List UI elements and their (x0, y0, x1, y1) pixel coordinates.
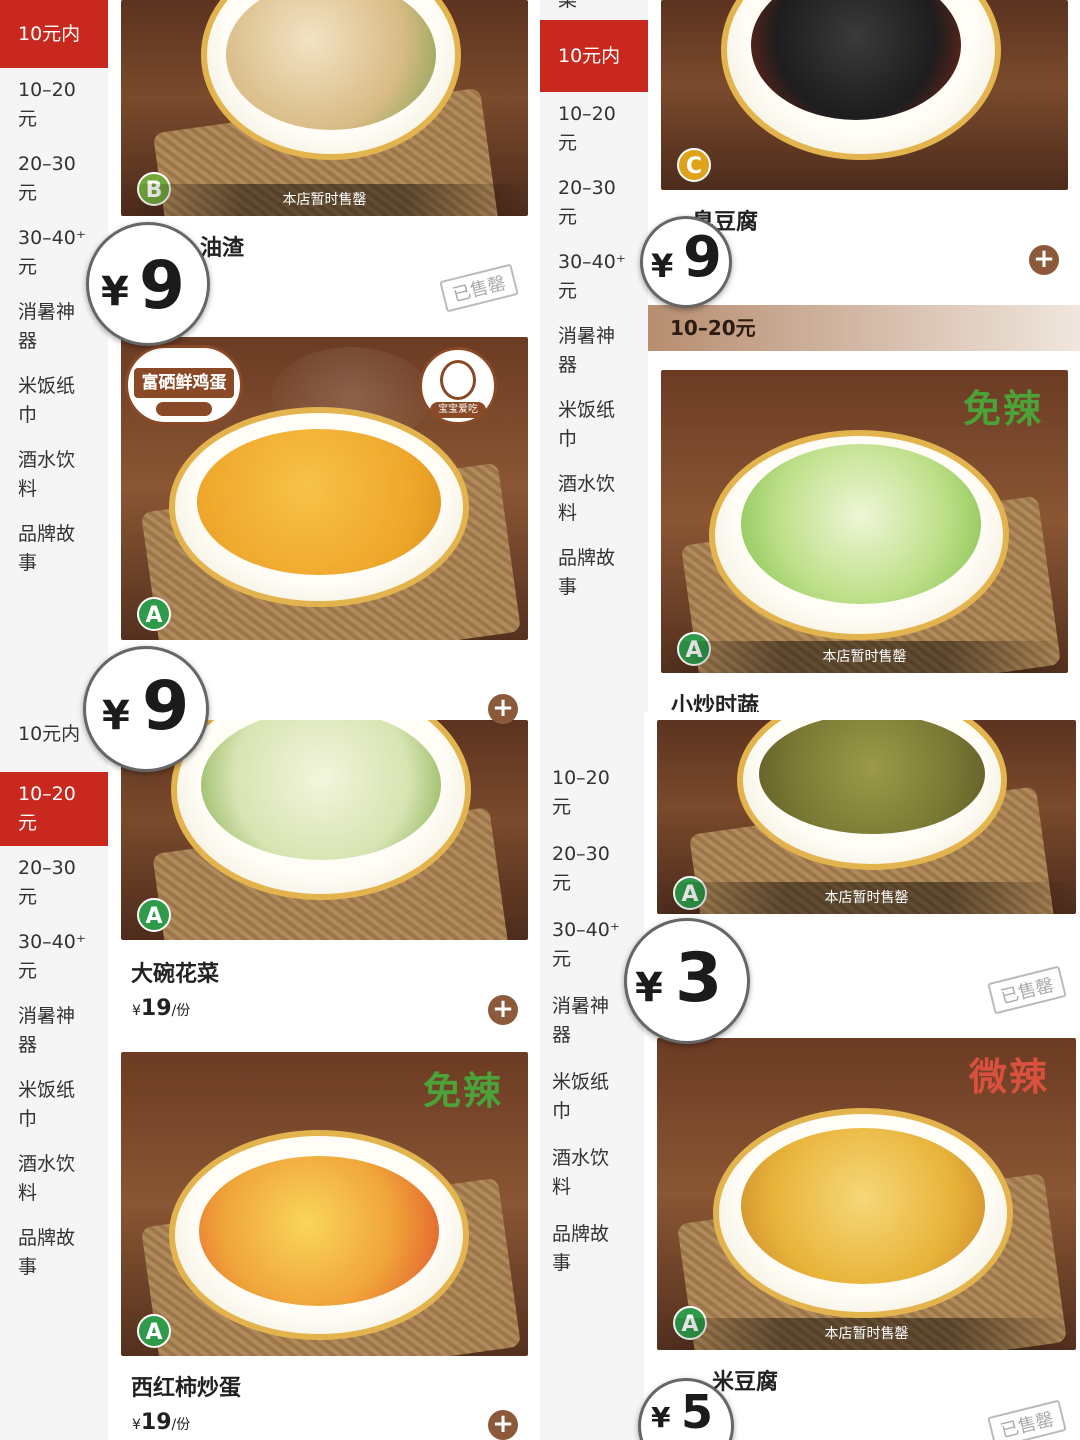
add-icon[interactable]: + (1029, 245, 1059, 275)
dish-image-veg[interactable]: 免辣 A 本店暂时售罄 (661, 370, 1068, 673)
dish-image-youzha[interactable]: B 本店暂时售罄 (121, 0, 528, 216)
sidebar-item-20-30[interactable]: 20–30 元 (540, 174, 616, 232)
sidebar-item-under10[interactable]: 10元内 (0, 0, 108, 68)
kid-friendly-icon: 宝宝爱吃 (419, 347, 497, 425)
sidebar-item-10-20[interactable]: 10–20 元 (0, 772, 108, 846)
dish-image-potato[interactable]: 微辣 A 本店暂时售罄 (657, 1038, 1076, 1350)
sidebar-item-napkin[interactable]: 米饭纸 巾 (0, 372, 75, 430)
sidebar-item-drinks[interactable]: 酒水饮 料 (0, 446, 75, 504)
sidebar-item-10-20[interactable]: 10–20 元 (0, 76, 76, 134)
category-sidebar: 10–20 元 20–30 元 30–40⁺ 元 消暑神 器 米饭纸 巾 酒水饮… (540, 712, 644, 1440)
soldout-banner: 本店暂时售罄 (657, 882, 1076, 914)
add-icon[interactable]: + (488, 1410, 518, 1440)
spice-tag: 免辣 (963, 386, 1044, 431)
sidebar-item-30-40[interactable]: 30–40⁺ 元 (540, 248, 626, 306)
grade-badge-icon: C (677, 148, 711, 182)
price-magnifier: ¥ 3 (624, 918, 750, 1044)
sidebar-item-drinks[interactable]: 酒水饮 料 (540, 470, 615, 528)
spice-tag: 免辣 (423, 1068, 504, 1113)
soldout-banner: 本店暂时售罄 (121, 184, 528, 216)
sidebar-item-brand[interactable]: 品牌故 事 (0, 1224, 75, 1282)
sidebar-item-drinks[interactable]: 酒水饮 料 (540, 1144, 609, 1202)
dish-name-veg: 小炒时蔬 (671, 694, 760, 712)
sidebar-item-napkin[interactable]: 米饭纸 巾 (540, 1068, 609, 1126)
dish-name-cauliflower: 大碗花菜 (131, 962, 220, 987)
sidebar-item-20-30[interactable]: 20–30 元 (540, 840, 610, 898)
sidebar-item-30-40[interactable]: 30–40⁺ 元 (540, 916, 620, 974)
sidebar-item-under10[interactable]: 10元内 (0, 720, 80, 749)
grade-badge-icon: A (137, 1314, 171, 1348)
left-bottom-panel: 10元内 10–20 元 20–30 元 30–40⁺ 元 消暑神 器 米饭纸 … (0, 720, 540, 1440)
soldout-stamp: 已售罄 (439, 263, 519, 313)
sidebar-item-under10[interactable]: 10元内 (540, 20, 648, 92)
dish-image-tofu[interactable]: C (661, 0, 1068, 190)
dish-price-tomato-egg: ¥19/份 (132, 1410, 191, 1435)
sidebar-item-20-30[interactable]: 20–30 元 (0, 150, 76, 208)
soldout-stamp: 已售罄 (987, 1399, 1067, 1440)
sidebar-item-summer[interactable]: 消暑神 器 (0, 298, 75, 356)
dish-price-cauliflower: ¥19/份 (132, 996, 191, 1021)
price-magnifier: ¥ 9 (83, 646, 209, 772)
sidebar-item-brand[interactable]: 品牌故 事 (0, 520, 75, 578)
dish-name-potato: 米豆腐 (712, 1370, 779, 1395)
sidebar-item-drinks[interactable]: 酒水饮 料 (0, 1150, 75, 1208)
price-magnifier: ¥ 9 (86, 222, 210, 346)
left-top-panel: 10元内 10–20 元 20–30 元 30–40⁺ 元 消暑神 器 米饭纸 … (0, 0, 540, 720)
add-icon[interactable]: + (488, 694, 518, 724)
section-header: 10–20元 (648, 305, 1080, 351)
right-top-panel: 菜 10元内 10–20 元 20–30 元 30–40⁺ 元 消暑神 器 米饭… (540, 0, 1080, 712)
sidebar-item-summer[interactable]: 消暑神 器 (540, 992, 609, 1050)
price-magnifier: ¥ 9 (640, 216, 732, 308)
sidebar-item-brand[interactable]: 品牌故 事 (540, 1220, 609, 1278)
category-sidebar: 10元内 10–20 元 20–30 元 30–40⁺ 元 消暑神 器 米饭纸 … (0, 720, 108, 1440)
egg-logo: 富硒鲜鸡蛋 (125, 345, 243, 425)
category-sidebar: 10元内 10–20 元 20–30 元 30–40⁺ 元 消暑神 器 米饭纸 … (0, 0, 108, 720)
sidebar-item-30-40[interactable]: 30–40⁺ 元 (0, 928, 86, 986)
sidebar-item-10-20[interactable]: 10–20 元 (540, 100, 616, 158)
sidebar-partial-label: 菜 (558, 0, 578, 11)
grade-badge-icon: A (137, 597, 171, 631)
sidebar-item-10-20[interactable]: 10–20 元 (540, 764, 610, 822)
sidebar-item-20-30[interactable]: 20–30 元 (0, 854, 76, 912)
add-icon[interactable]: + (488, 995, 518, 1025)
dish-image-peas[interactable]: A 本店暂时售罄 (657, 720, 1076, 914)
spice-tag: 微辣 (969, 1054, 1050, 1099)
category-sidebar: 菜 10元内 10–20 元 20–30 元 30–40⁺ 元 消暑神 器 米饭… (540, 0, 648, 712)
sidebar-item-brand[interactable]: 品牌故 事 (540, 544, 615, 602)
dish-name-tomato-egg: 西红柿炒蛋 (131, 1376, 242, 1401)
dish-image-egg[interactable]: 富硒鲜鸡蛋 宝宝爱吃 A (121, 337, 528, 640)
soldout-stamp: 已售罄 (987, 965, 1067, 1015)
right-bottom-panel: 10–20 元 20–30 元 30–40⁺ 元 消暑神 器 米饭纸 巾 酒水饮… (540, 712, 1080, 1440)
soldout-banner: 本店暂时售罄 (657, 1318, 1076, 1350)
sidebar-item-napkin[interactable]: 米饭纸 巾 (0, 1076, 75, 1134)
sidebar-item-napkin[interactable]: 米饭纸 巾 (540, 396, 615, 454)
sidebar-item-summer[interactable]: 消暑神 器 (0, 1002, 75, 1060)
dish-image-tomato-egg[interactable]: 免辣 A (121, 1052, 528, 1356)
dish-name-youzha: 油渣 (200, 236, 245, 261)
sidebar-item-30-40[interactable]: 30–40⁺ 元 (0, 224, 86, 282)
sidebar-item-summer[interactable]: 消暑神 器 (540, 322, 615, 380)
soldout-banner: 本店暂时售罄 (661, 641, 1068, 673)
grade-badge-icon: A (137, 898, 171, 932)
